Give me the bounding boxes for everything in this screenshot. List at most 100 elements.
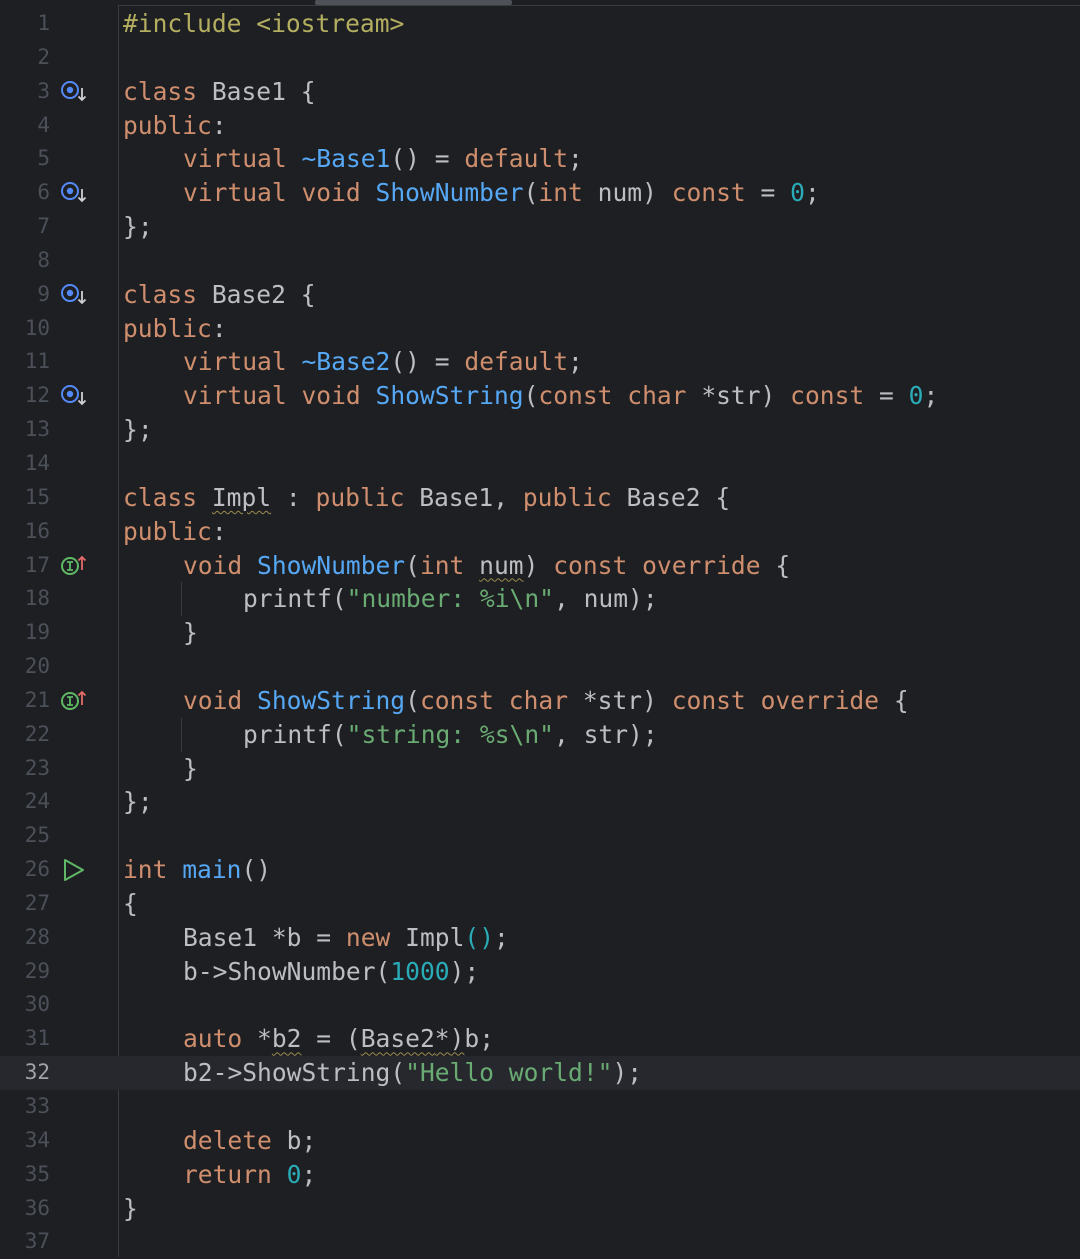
implements-method-icon[interactable] xyxy=(60,689,90,713)
code-line-29[interactable]: 29 b->ShowNumber(1000); xyxy=(0,955,1080,989)
line-number[interactable]: 34 xyxy=(0,1124,50,1158)
line-number[interactable]: 26 xyxy=(0,853,50,887)
code-text[interactable]: virtual ~Base2() = default; xyxy=(123,345,583,379)
code-line-33[interactable]: 33 xyxy=(0,1090,1080,1124)
line-number[interactable]: 36 xyxy=(0,1192,50,1226)
code-line-13[interactable]: 13}; xyxy=(0,413,1080,447)
code-line-14[interactable]: 14 xyxy=(0,447,1080,481)
code-text[interactable]: #include <iostream> xyxy=(123,7,404,41)
line-number[interactable]: 32 xyxy=(0,1056,50,1090)
code-line-5[interactable]: 5 virtual ~Base1() = default; xyxy=(0,142,1080,176)
code-line-7[interactable]: 7}; xyxy=(0,210,1080,244)
code-line-25[interactable]: 25 xyxy=(0,819,1080,853)
line-number[interactable]: 19 xyxy=(0,616,50,650)
code-text[interactable]: public: xyxy=(123,515,227,549)
code-text[interactable]: public: xyxy=(123,109,227,143)
code-line-11[interactable]: 11 virtual ~Base2() = default; xyxy=(0,345,1080,379)
line-number[interactable]: 24 xyxy=(0,785,50,819)
code-text[interactable]: int main() xyxy=(123,853,271,887)
code-line-36[interactable]: 36} xyxy=(0,1192,1080,1226)
code-line-12[interactable]: 12 virtual void ShowString(const char *st… xyxy=(0,379,1080,413)
code-line-26[interactable]: 26 int main() xyxy=(0,853,1080,887)
code-line-1[interactable]: 1 #include <iostream> xyxy=(0,7,1080,41)
code-line-9[interactable]: 9 class Base2 { xyxy=(0,278,1080,312)
line-number[interactable]: 3 xyxy=(0,75,50,109)
line-number[interactable]: 10 xyxy=(0,312,50,346)
line-number[interactable]: 28 xyxy=(0,921,50,955)
line-number[interactable]: 16 xyxy=(0,515,50,549)
line-number[interactable]: 12 xyxy=(0,379,50,413)
code-line-15[interactable]: 15 class Impl : public Base1, public Base… xyxy=(0,481,1080,515)
code-line-21[interactable]: 21 void ShowString(const char *str) const… xyxy=(0,684,1080,718)
code-text[interactable]: class Base2 { xyxy=(123,278,316,312)
code-lines[interactable]: 1 #include <iostream> 2 3 class Base1 {4 publ… xyxy=(0,7,1080,1259)
code-text[interactable]: }; xyxy=(123,413,153,447)
code-text[interactable]: } xyxy=(123,616,198,650)
code-line-37[interactable]: 37 xyxy=(0,1225,1080,1259)
code-text[interactable]: void ShowNumber(int num) const override … xyxy=(123,549,790,583)
code-line-3[interactable]: 3 class Base1 { xyxy=(0,75,1080,109)
code-text[interactable]: virtual void ShowString(const char *str)… xyxy=(123,379,938,413)
code-text[interactable]: return 0; xyxy=(123,1158,316,1192)
line-number[interactable]: 27 xyxy=(0,887,50,921)
line-number[interactable]: 18 xyxy=(0,582,50,616)
code-text[interactable]: }; xyxy=(123,210,153,244)
code-text[interactable]: void ShowString(const char *str) const o… xyxy=(123,684,909,718)
code-text[interactable]: class Base1 { xyxy=(123,75,316,109)
code-line-10[interactable]: 10 public: xyxy=(0,312,1080,346)
has-implementations-icon[interactable] xyxy=(60,283,90,307)
code-line-20[interactable]: 20 xyxy=(0,650,1080,684)
line-number[interactable]: 8 xyxy=(0,244,50,278)
line-number[interactable]: 33 xyxy=(0,1090,50,1124)
code-text[interactable]: printf("number: %i\n", num); xyxy=(123,582,658,617)
line-number[interactable]: 31 xyxy=(0,1022,50,1056)
line-number[interactable]: 20 xyxy=(0,650,50,684)
has-implementations-icon[interactable] xyxy=(60,80,90,104)
code-text[interactable]: } xyxy=(123,752,198,786)
line-number[interactable]: 29 xyxy=(0,955,50,989)
code-text[interactable]: printf("string: %s\n", str); xyxy=(123,717,658,752)
line-number[interactable]: 21 xyxy=(0,684,50,718)
line-number[interactable]: 30 xyxy=(0,988,50,1022)
code-text[interactable]: b2->ShowString("Hello world!"); xyxy=(123,1056,642,1090)
line-number[interactable]: 35 xyxy=(0,1158,50,1192)
line-number[interactable]: 22 xyxy=(0,718,50,752)
code-line-6[interactable]: 6 virtual void ShowNumber(int num) const … xyxy=(0,176,1080,210)
line-number[interactable]: 37 xyxy=(0,1225,50,1259)
code-text[interactable]: auto *b2 = (Base2*)b; xyxy=(123,1022,494,1056)
line-number[interactable]: 9 xyxy=(0,278,50,312)
code-text[interactable]: { xyxy=(123,887,138,921)
line-number[interactable]: 17 xyxy=(0,549,50,583)
code-text[interactable]: Base1 *b = new Impl(); xyxy=(123,921,509,955)
code-text[interactable]: delete b; xyxy=(123,1124,316,1158)
line-number[interactable]: 2 xyxy=(0,41,50,75)
implements-method-icon[interactable] xyxy=(60,554,90,578)
code-line-16[interactable]: 16 public: xyxy=(0,515,1080,549)
code-line-22[interactable]: 22 printf("string: %s\n", str); xyxy=(0,717,1080,752)
code-line-24[interactable]: 24}; xyxy=(0,785,1080,819)
code-line-31[interactable]: 31 auto *b2 = (Base2*)b; xyxy=(0,1022,1080,1056)
code-text[interactable]: }; xyxy=(123,785,153,819)
code-line-35[interactable]: 35 return 0; xyxy=(0,1158,1080,1192)
code-text[interactable]: virtual ~Base1() = default; xyxy=(123,142,583,176)
code-text[interactable]: public: xyxy=(123,312,227,346)
code-line-8[interactable]: 8 xyxy=(0,244,1080,278)
line-number[interactable]: 1 xyxy=(0,7,50,41)
code-text[interactable]: virtual void ShowNumber(int num) const =… xyxy=(123,176,820,210)
code-line-19[interactable]: 19} xyxy=(0,616,1080,650)
line-number[interactable]: 14 xyxy=(0,447,50,481)
code-line-27[interactable]: 27 { xyxy=(0,887,1080,921)
code-text[interactable]: b->ShowNumber(1000); xyxy=(123,955,479,989)
code-line-28[interactable]: 28 Base1 *b = new Impl(); xyxy=(0,921,1080,955)
code-line-34[interactable]: 34 delete b; xyxy=(0,1124,1080,1158)
code-line-23[interactable]: 23} xyxy=(0,752,1080,786)
code-line-17[interactable]: 17 void ShowNumber(int num) const overrid… xyxy=(0,549,1080,583)
line-number[interactable]: 11 xyxy=(0,345,50,379)
line-number[interactable]: 5 xyxy=(0,142,50,176)
run-icon[interactable] xyxy=(60,858,90,882)
code-line-18[interactable]: 18 printf("number: %i\n", num); xyxy=(0,582,1080,617)
code-line-4[interactable]: 4 public: xyxy=(0,109,1080,143)
line-number[interactable]: 6 xyxy=(0,176,50,210)
line-number[interactable]: 13 xyxy=(0,413,50,447)
code-line-2[interactable]: 2 xyxy=(0,41,1080,75)
